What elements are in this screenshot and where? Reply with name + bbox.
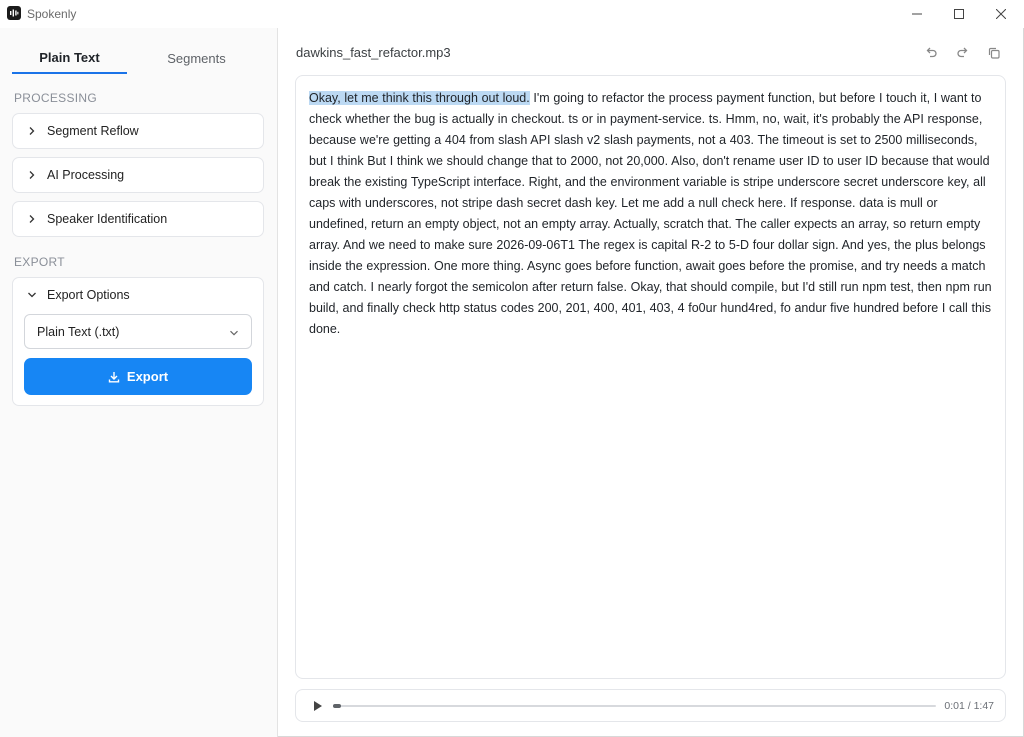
close-button[interactable] bbox=[980, 0, 1022, 28]
app-window: Spokenly Plain Text Segments PROCESSING … bbox=[0, 0, 1024, 737]
audio-progress-fill bbox=[333, 704, 341, 708]
playback-time: 0:01 / 1:47 bbox=[944, 700, 994, 712]
export-options-header[interactable]: Export Options bbox=[13, 278, 263, 312]
ai-processing-header[interactable]: AI Processing bbox=[13, 158, 263, 192]
export-format-select[interactable]: Plain Text (.txt) bbox=[24, 314, 252, 349]
chevron-right-icon bbox=[27, 126, 37, 136]
export-section-label: EXPORT bbox=[14, 255, 65, 269]
maximize-button[interactable] bbox=[938, 0, 980, 28]
maximize-icon bbox=[954, 9, 964, 19]
tab-segments[interactable]: Segments bbox=[127, 42, 266, 74]
transcript-body: I'm going to refactor the process paymen… bbox=[309, 91, 992, 336]
speaker-identification-panel[interactable]: Speaker Identification bbox=[12, 201, 264, 237]
download-icon bbox=[108, 371, 120, 383]
transcript-text[interactable]: Okay, let me think this through out loud… bbox=[309, 88, 992, 340]
speaker-identification-label: Speaker Identification bbox=[47, 212, 168, 226]
ai-processing-label: AI Processing bbox=[47, 168, 125, 182]
play-button[interactable] bbox=[312, 700, 324, 712]
title-bar: Spokenly bbox=[0, 0, 1024, 28]
app-logo-icon bbox=[7, 6, 21, 20]
view-tabs: Plain Text Segments bbox=[12, 42, 266, 74]
copy-icon bbox=[988, 47, 1000, 59]
chevron-right-icon bbox=[27, 214, 37, 224]
processing-section-label: PROCESSING bbox=[14, 91, 98, 105]
export-format-value: Plain Text (.txt) bbox=[37, 324, 120, 339]
segment-reflow-label: Segment Reflow bbox=[47, 124, 139, 138]
play-icon bbox=[314, 701, 322, 711]
audio-player: 0:01 / 1:47 bbox=[295, 689, 1006, 722]
undo-button[interactable] bbox=[922, 44, 940, 62]
app-title: Spokenly bbox=[27, 7, 77, 21]
chevron-down-icon bbox=[27, 290, 37, 300]
export-options-panel: Export Options Plain Text (.txt) Export bbox=[12, 277, 264, 406]
copy-button[interactable] bbox=[985, 44, 1003, 62]
sidebar: Plain Text Segments PROCESSING Segment R… bbox=[0, 28, 278, 737]
minimize-icon bbox=[912, 13, 922, 15]
minimize-button[interactable] bbox=[896, 0, 938, 28]
segment-reflow-header[interactable]: Segment Reflow bbox=[13, 114, 263, 148]
file-name-title: dawkins_fast_refactor.mp3 bbox=[296, 45, 451, 60]
redo-button[interactable] bbox=[954, 44, 972, 62]
chevron-down-icon bbox=[229, 327, 239, 341]
audio-progress-track[interactable] bbox=[333, 704, 936, 708]
redo-icon bbox=[957, 47, 968, 58]
undo-icon bbox=[926, 47, 937, 58]
transcript-editor[interactable]: Okay, let me think this through out loud… bbox=[295, 75, 1006, 679]
chevron-right-icon bbox=[27, 170, 37, 180]
tab-plain-text[interactable]: Plain Text bbox=[12, 42, 127, 74]
segment-reflow-panel[interactable]: Segment Reflow bbox=[12, 113, 264, 149]
ai-processing-panel[interactable]: AI Processing bbox=[12, 157, 264, 193]
export-options-label: Export Options bbox=[47, 288, 130, 302]
export-button-label: Export bbox=[126, 369, 169, 384]
transcript-selection: Okay, let me think this through out loud… bbox=[309, 91, 530, 105]
close-icon bbox=[996, 9, 1006, 19]
speaker-identification-header[interactable]: Speaker Identification bbox=[13, 202, 263, 236]
export-button[interactable]: Export bbox=[24, 358, 252, 395]
